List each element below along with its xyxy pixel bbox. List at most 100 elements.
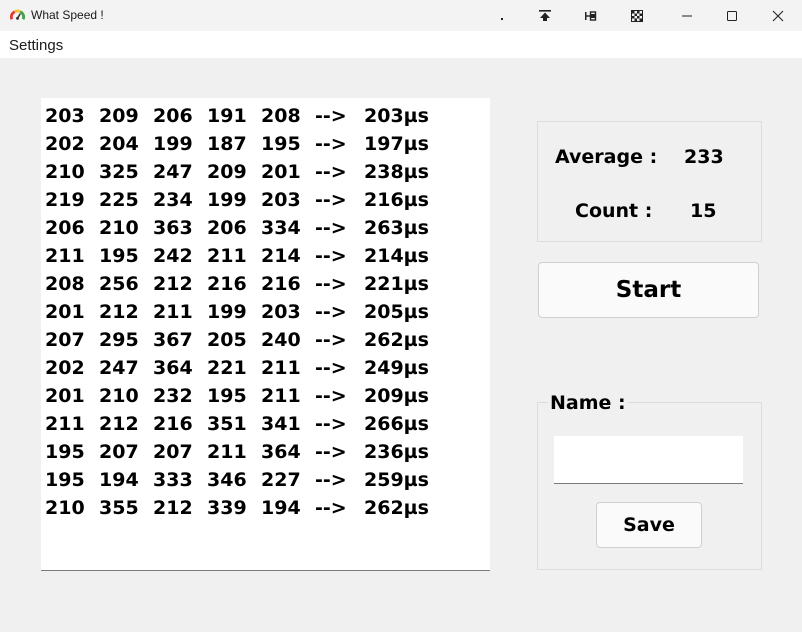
pin-icon <box>585 10 597 21</box>
log-value: 211 <box>153 301 193 323</box>
log-value: 364 <box>153 357 193 379</box>
log-value: 214 <box>261 245 301 267</box>
log-value: 211 <box>261 357 301 379</box>
pin-dot-icon <box>501 17 503 20</box>
log-value: 199 <box>207 189 247 211</box>
checker-icon <box>631 9 643 22</box>
log-value: 209 <box>207 161 247 183</box>
log-arrow: --> <box>315 217 347 239</box>
log-value: 206 <box>45 217 85 239</box>
log-value: 205 <box>207 329 247 351</box>
menu-bar: Settings <box>0 31 802 58</box>
name-label: Name : <box>548 392 628 414</box>
log-value: 203 <box>261 301 301 323</box>
log-value: 201 <box>261 161 301 183</box>
log-value: 195 <box>261 133 301 155</box>
log-result: 238µs <box>364 161 429 183</box>
menu-settings[interactable]: Settings <box>9 37 63 54</box>
log-value: 211 <box>45 413 85 435</box>
log-arrow: --> <box>315 329 347 351</box>
save-button[interactable]: Save <box>596 502 702 548</box>
log-arrow: --> <box>315 497 347 519</box>
keep-on-top-button[interactable] <box>522 0 568 31</box>
log-value: 207 <box>153 441 193 463</box>
log-value: 195 <box>45 441 85 463</box>
log-value: 212 <box>153 273 193 295</box>
log-result: 209µs <box>364 385 429 407</box>
log-value: 201 <box>45 385 85 407</box>
log-value: 207 <box>45 329 85 351</box>
count-label: Count : <box>575 200 653 222</box>
log-value: 202 <box>45 133 85 155</box>
title-bar[interactable]: What Speed ! <box>0 0 802 31</box>
name-input[interactable] <box>554 436 743 484</box>
pin-dot-button[interactable] <box>479 0 525 31</box>
log-value: 195 <box>99 245 139 267</box>
log-value: 191 <box>207 105 247 127</box>
maximize-icon <box>727 10 737 21</box>
pin-button[interactable] <box>568 0 614 31</box>
log-arrow: --> <box>315 245 347 267</box>
log-value: 295 <box>99 329 139 351</box>
log-value: 194 <box>261 497 301 519</box>
log-value: 210 <box>99 217 139 239</box>
log-value: 199 <box>207 301 247 323</box>
log-arrow: --> <box>315 385 347 407</box>
log-value: 247 <box>153 161 193 183</box>
log-arrow: --> <box>315 357 347 379</box>
log-value: 211 <box>207 245 247 267</box>
log-value: 363 <box>153 217 193 239</box>
log-result: 205µs <box>364 301 429 323</box>
log-value: 334 <box>261 217 301 239</box>
log-value: 208 <box>261 105 301 127</box>
log-value: 203 <box>261 189 301 211</box>
log-value: 212 <box>99 301 139 323</box>
log-value: 256 <box>99 273 139 295</box>
log-value: 212 <box>99 413 139 435</box>
log-value: 219 <box>45 189 85 211</box>
log-value: 209 <box>99 105 139 127</box>
log-value: 206 <box>153 105 193 127</box>
log-result: 203µs <box>364 105 429 127</box>
maximize-button[interactable] <box>709 0 755 31</box>
log-value: 364 <box>261 441 301 463</box>
log-value: 333 <box>153 469 193 491</box>
log-value: 211 <box>261 385 301 407</box>
log-value: 221 <box>207 357 247 379</box>
log-result: 221µs <box>364 273 429 295</box>
log-result: 259µs <box>364 469 429 491</box>
log-value: 201 <box>45 301 85 323</box>
results-log[interactable]: 203 209 206 191 208 --> 203µs 202 204 199 187 195 --… <box>41 98 490 571</box>
log-value: 242 <box>153 245 193 267</box>
log-arrow: --> <box>315 413 347 435</box>
log-arrow: --> <box>315 273 347 295</box>
log-value: 216 <box>207 273 247 295</box>
log-arrow: --> <box>315 105 347 127</box>
log-arrow: --> <box>315 441 347 463</box>
log-arrow: --> <box>315 161 347 183</box>
checker-button[interactable] <box>614 0 660 31</box>
log-value: 367 <box>153 329 193 351</box>
log-value: 325 <box>99 161 139 183</box>
log-value: 210 <box>99 385 139 407</box>
average-value: 233 <box>684 146 724 168</box>
log-value: 216 <box>153 413 193 435</box>
log-value: 240 <box>261 329 301 351</box>
log-value: 206 <box>207 217 247 239</box>
log-value: 207 <box>99 441 139 463</box>
close-button[interactable] <box>755 0 801 31</box>
log-value: 194 <box>99 469 139 491</box>
log-result: 249µs <box>364 357 429 379</box>
log-arrow: --> <box>315 301 347 323</box>
log-value: 346 <box>207 469 247 491</box>
log-result: 263µs <box>364 217 429 239</box>
minimize-button[interactable] <box>664 0 710 31</box>
log-value: 227 <box>261 469 301 491</box>
start-button[interactable]: Start <box>538 262 759 318</box>
log-value: 232 <box>153 385 193 407</box>
log-value: 202 <box>45 357 85 379</box>
log-result: 266µs <box>364 413 429 435</box>
log-result: 262µs <box>364 497 429 519</box>
log-value: 208 <box>45 273 85 295</box>
log-value: 339 <box>207 497 247 519</box>
